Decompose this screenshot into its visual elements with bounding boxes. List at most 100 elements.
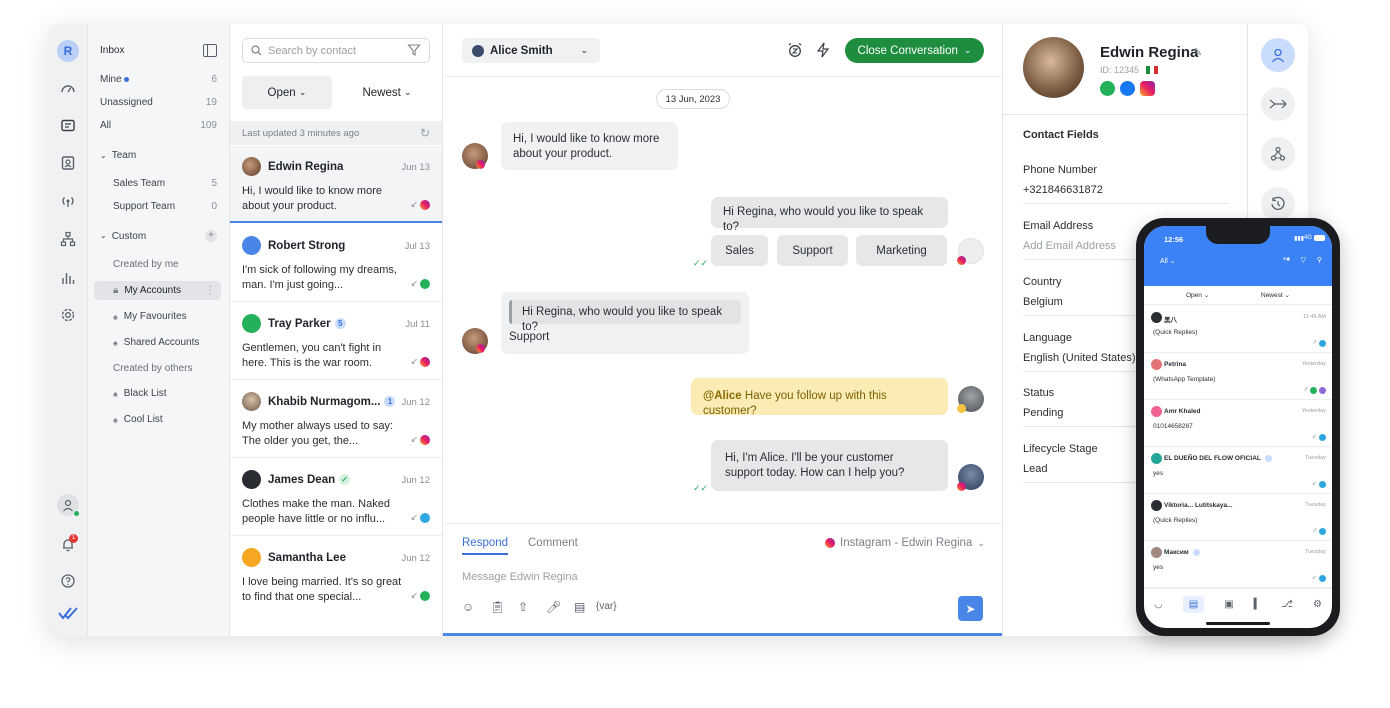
message-incoming: Hi, I would like to know more about your… — [501, 122, 678, 170]
whatsapp-icon[interactable] — [1100, 81, 1115, 96]
list-item-my-favourites[interactable]: ♠ My Favourites — [113, 311, 217, 322]
team-item-sales[interactable]: Sales Team 5 — [113, 178, 217, 189]
field-value[interactable]: Belgium — [1023, 296, 1063, 308]
inbox-item-all[interactable]: All 109 — [100, 120, 217, 131]
dashboard-icon[interactable]: ◡ — [1154, 599, 1163, 610]
messenger-icon[interactable] — [1120, 81, 1135, 96]
conversation-item[interactable]: James Dean ✓ Jun 12 Clothes make the man.… — [230, 459, 442, 536]
phone-list-item[interactable]: Viktoria... Lutitskaya... Tuesday (Quick… — [1144, 494, 1332, 541]
assignee-dropdown[interactable]: Alice Smith ⌄ — [462, 38, 600, 63]
upload-icon[interactable]: ⇧ — [518, 600, 528, 614]
more-options-icon[interactable]: ⋮ — [205, 285, 215, 296]
workflows-icon[interactable] — [57, 228, 79, 250]
list-item-shared-accounts[interactable]: ♠ Shared Accounts — [113, 337, 217, 348]
message-input[interactable]: Message Edwin Regina — [462, 571, 578, 583]
dashboard-icon[interactable] — [57, 78, 79, 100]
conversation-preview: My mother always used to say: The older … — [242, 420, 394, 447]
contacts-icon[interactable]: ▣ — [1224, 599, 1233, 610]
inbox-item-unassigned[interactable]: Unassigned 19 — [100, 97, 217, 108]
phone-sort-dropdown[interactable]: Newest ⌄ — [1261, 291, 1290, 299]
reply-text: Support — [509, 331, 550, 343]
messages-icon[interactable]: ▤ — [1182, 596, 1205, 613]
inbox-item-mine[interactable]: Mine 6 — [100, 74, 217, 85]
edit-icon[interactable]: ✎ — [1193, 46, 1202, 59]
sort-dropdown[interactable]: Newest ⌄ — [342, 76, 432, 109]
refresh-icon[interactable]: ↻ — [420, 126, 430, 140]
custom-group-header[interactable]: ⌄ Custom + — [100, 230, 217, 242]
conversation-item[interactable]: Robert Strong Jul 13 I'm sick of followi… — [230, 225, 442, 302]
phone-list-item[interactable]: EL DUEÑO DEL FLOW OFICIAL Tuesday yes ↙ — [1144, 447, 1332, 494]
phone-filter-label: All — [1160, 258, 1168, 265]
add-contact-icon[interactable]: +♠ — [1282, 256, 1290, 263]
webhook-icon[interactable] — [1261, 137, 1295, 171]
filter-icon[interactable] — [407, 43, 421, 57]
reports-icon[interactable] — [57, 267, 79, 289]
quick-reply-support[interactable]: Support — [777, 235, 848, 266]
quick-reply-sales[interactable]: Sales — [711, 235, 768, 266]
avatar — [472, 44, 484, 57]
phone-item-date: Yesterday — [1301, 408, 1326, 414]
collapse-panel-icon[interactable] — [203, 44, 217, 57]
list-item-cool-list[interactable]: ♠ Cool List — [113, 414, 217, 425]
phone-screen: 12:56 ▮▮▮ 4G All ⌄ +♠ ▽ ⚲ Open ⌄ Newest … — [1144, 226, 1332, 628]
variable-button[interactable]: {var} — [596, 601, 617, 612]
field-label: Email Address — [1023, 220, 1094, 232]
list-item-my-accounts[interactable]: 🔒︎ My Accounts ⋮ — [113, 285, 217, 296]
field-value[interactable]: Lead — [1023, 463, 1047, 475]
notifications-icon[interactable]: 1 — [57, 534, 79, 556]
avatar — [242, 392, 261, 411]
conversation-item[interactable]: Tray Parker 5 Jul 11 Gentlemen, you can't… — [230, 303, 442, 380]
search-input[interactable]: Search by contact — [242, 38, 430, 63]
quick-reply-marketing[interactable]: Marketing — [856, 235, 947, 266]
tab-comment[interactable]: Comment — [528, 537, 578, 549]
notifications-icon[interactable]: ⎇ — [1281, 599, 1293, 610]
settings-icon[interactable]: ⚙ — [1313, 599, 1322, 610]
reports-icon[interactable]: ▍ — [1254, 599, 1262, 610]
microphone-icon[interactable]: 🎤︎ — [546, 600, 561, 614]
field-value[interactable]: Pending — [1023, 407, 1063, 419]
phone-status-dropdown[interactable]: Open ⌄ — [1186, 291, 1209, 299]
team-item-support[interactable]: Support Team 0 — [113, 201, 217, 212]
settings-icon[interactable] — [57, 304, 79, 326]
status-filter-dropdown[interactable]: Open ⌄ — [242, 76, 332, 109]
phone-list-item[interactable]: Максим Tuesday yes ↙ — [1144, 541, 1332, 588]
phone-filter-dropdown[interactable]: All ⌄ — [1160, 257, 1176, 265]
phone-list-item[interactable]: 黑八 11:46 AM (Quick Replies) ↗ — [1144, 306, 1332, 353]
merge-icon[interactable] — [1261, 87, 1295, 121]
lightning-icon[interactable] — [814, 41, 832, 59]
user-status-icon[interactable] — [57, 494, 80, 517]
inbox-panel: Inbox Mine 6 Unassigned 19 All 109 ⌄ Tea… — [88, 24, 230, 636]
channel-selector[interactable]: Instagram - Edwin Regina ⌄ — [825, 537, 985, 549]
history-icon[interactable] — [1261, 187, 1295, 221]
list-item-black-list[interactable]: ♠ Black List — [113, 388, 217, 399]
filter-icon[interactable]: ▽ — [1301, 256, 1306, 264]
send-button[interactable]: ➤ — [958, 596, 983, 621]
messages-icon[interactable] — [57, 115, 79, 137]
emoji-icon[interactable]: ☺ — [462, 600, 474, 614]
conversation-item[interactable]: Khabib Nurmagom... 1 Jun 12 My mother alw… — [230, 381, 442, 458]
phone-list-item[interactable]: Amr Khaled Yesterday 01014658287 ↙ — [1144, 400, 1332, 447]
phone-item-date: Tuesday — [1305, 549, 1326, 555]
broadcast-icon[interactable] — [57, 190, 79, 212]
phone-list-item[interactable]: Petrina Yesterday (WhatsApp Template) ↗ — [1144, 353, 1332, 400]
workspace-avatar[interactable]: R — [57, 40, 79, 62]
snooze-icon[interactable] — [786, 41, 804, 59]
channel-indicator: ↙ — [1312, 575, 1326, 582]
conversation-item[interactable]: Samantha Lee Jun 12 I love being married… — [230, 537, 442, 614]
contacts-icon[interactable] — [57, 152, 79, 174]
field-value[interactable]: English (United States) — [1023, 352, 1136, 364]
clipboard-icon[interactable]: 📋︎ — [490, 600, 505, 614]
instagram-icon[interactable] — [1140, 81, 1155, 96]
search-icon[interactable]: ⚲ — [1317, 256, 1322, 264]
close-conversation-button[interactable]: Close Conversation ⌄ — [845, 38, 984, 63]
help-icon[interactable] — [57, 570, 79, 592]
tab-respond[interactable]: Respond — [462, 537, 509, 555]
add-custom-icon[interactable]: + — [205, 230, 217, 242]
field-value[interactable]: +321846631872 — [1023, 184, 1103, 196]
instagram-icon — [476, 160, 485, 169]
contact-details-icon[interactable] — [1261, 38, 1295, 72]
team-group-header[interactable]: ⌄ Team — [100, 150, 217, 161]
template-icon[interactable]: ▤ — [574, 600, 585, 614]
email-field[interactable]: Add Email Address — [1023, 240, 1116, 252]
conversation-item[interactable]: Edwin Regina Jun 13 Hi, I would like to … — [230, 146, 442, 223]
